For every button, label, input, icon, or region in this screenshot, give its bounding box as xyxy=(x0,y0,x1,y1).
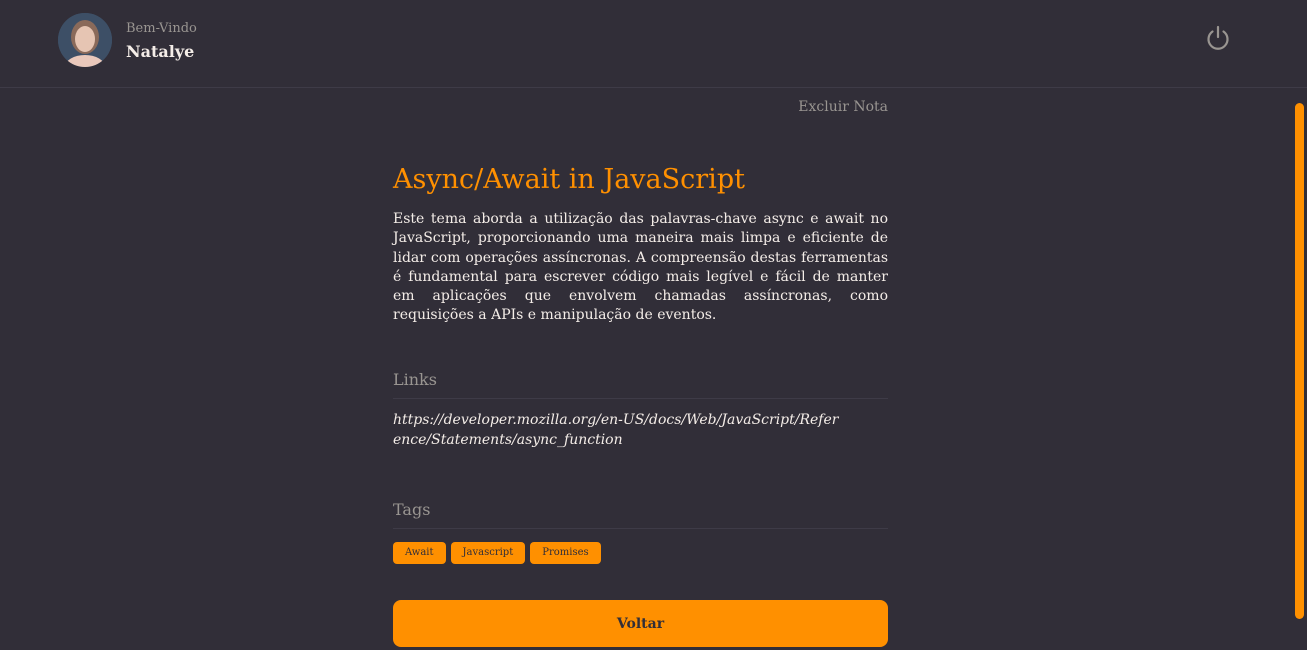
avatar[interactable] xyxy=(58,13,112,67)
avatar-image xyxy=(58,13,112,67)
tags-list: Await Javascript Promises xyxy=(393,542,601,564)
tag-item: Promises xyxy=(530,542,601,564)
tag-item: Await xyxy=(393,542,446,564)
note-description: Este tema aborda a utilização das palavr… xyxy=(393,211,888,324)
note-link[interactable]: https://developer.mozilla.org/en-US/docs… xyxy=(393,411,843,450)
tags-section-title: Tags xyxy=(393,500,888,529)
delete-note-link[interactable]: Excluir Nota xyxy=(780,99,888,115)
note-content: Async/Await in JavaScript Este tema abor… xyxy=(393,160,888,326)
back-button[interactable]: Voltar xyxy=(393,600,888,647)
user-name[interactable]: Natalye xyxy=(126,42,194,61)
scrollbar-thumb[interactable] xyxy=(1295,103,1304,619)
note-title: Async/Await in JavaScript xyxy=(393,164,745,195)
power-icon[interactable] xyxy=(1203,23,1233,53)
tag-item: Javascript xyxy=(450,542,526,564)
header: Bem-Vindo Natalye xyxy=(0,0,1307,88)
welcome-label: Bem-Vindo xyxy=(126,21,197,36)
links-section-title: Links xyxy=(393,370,888,399)
